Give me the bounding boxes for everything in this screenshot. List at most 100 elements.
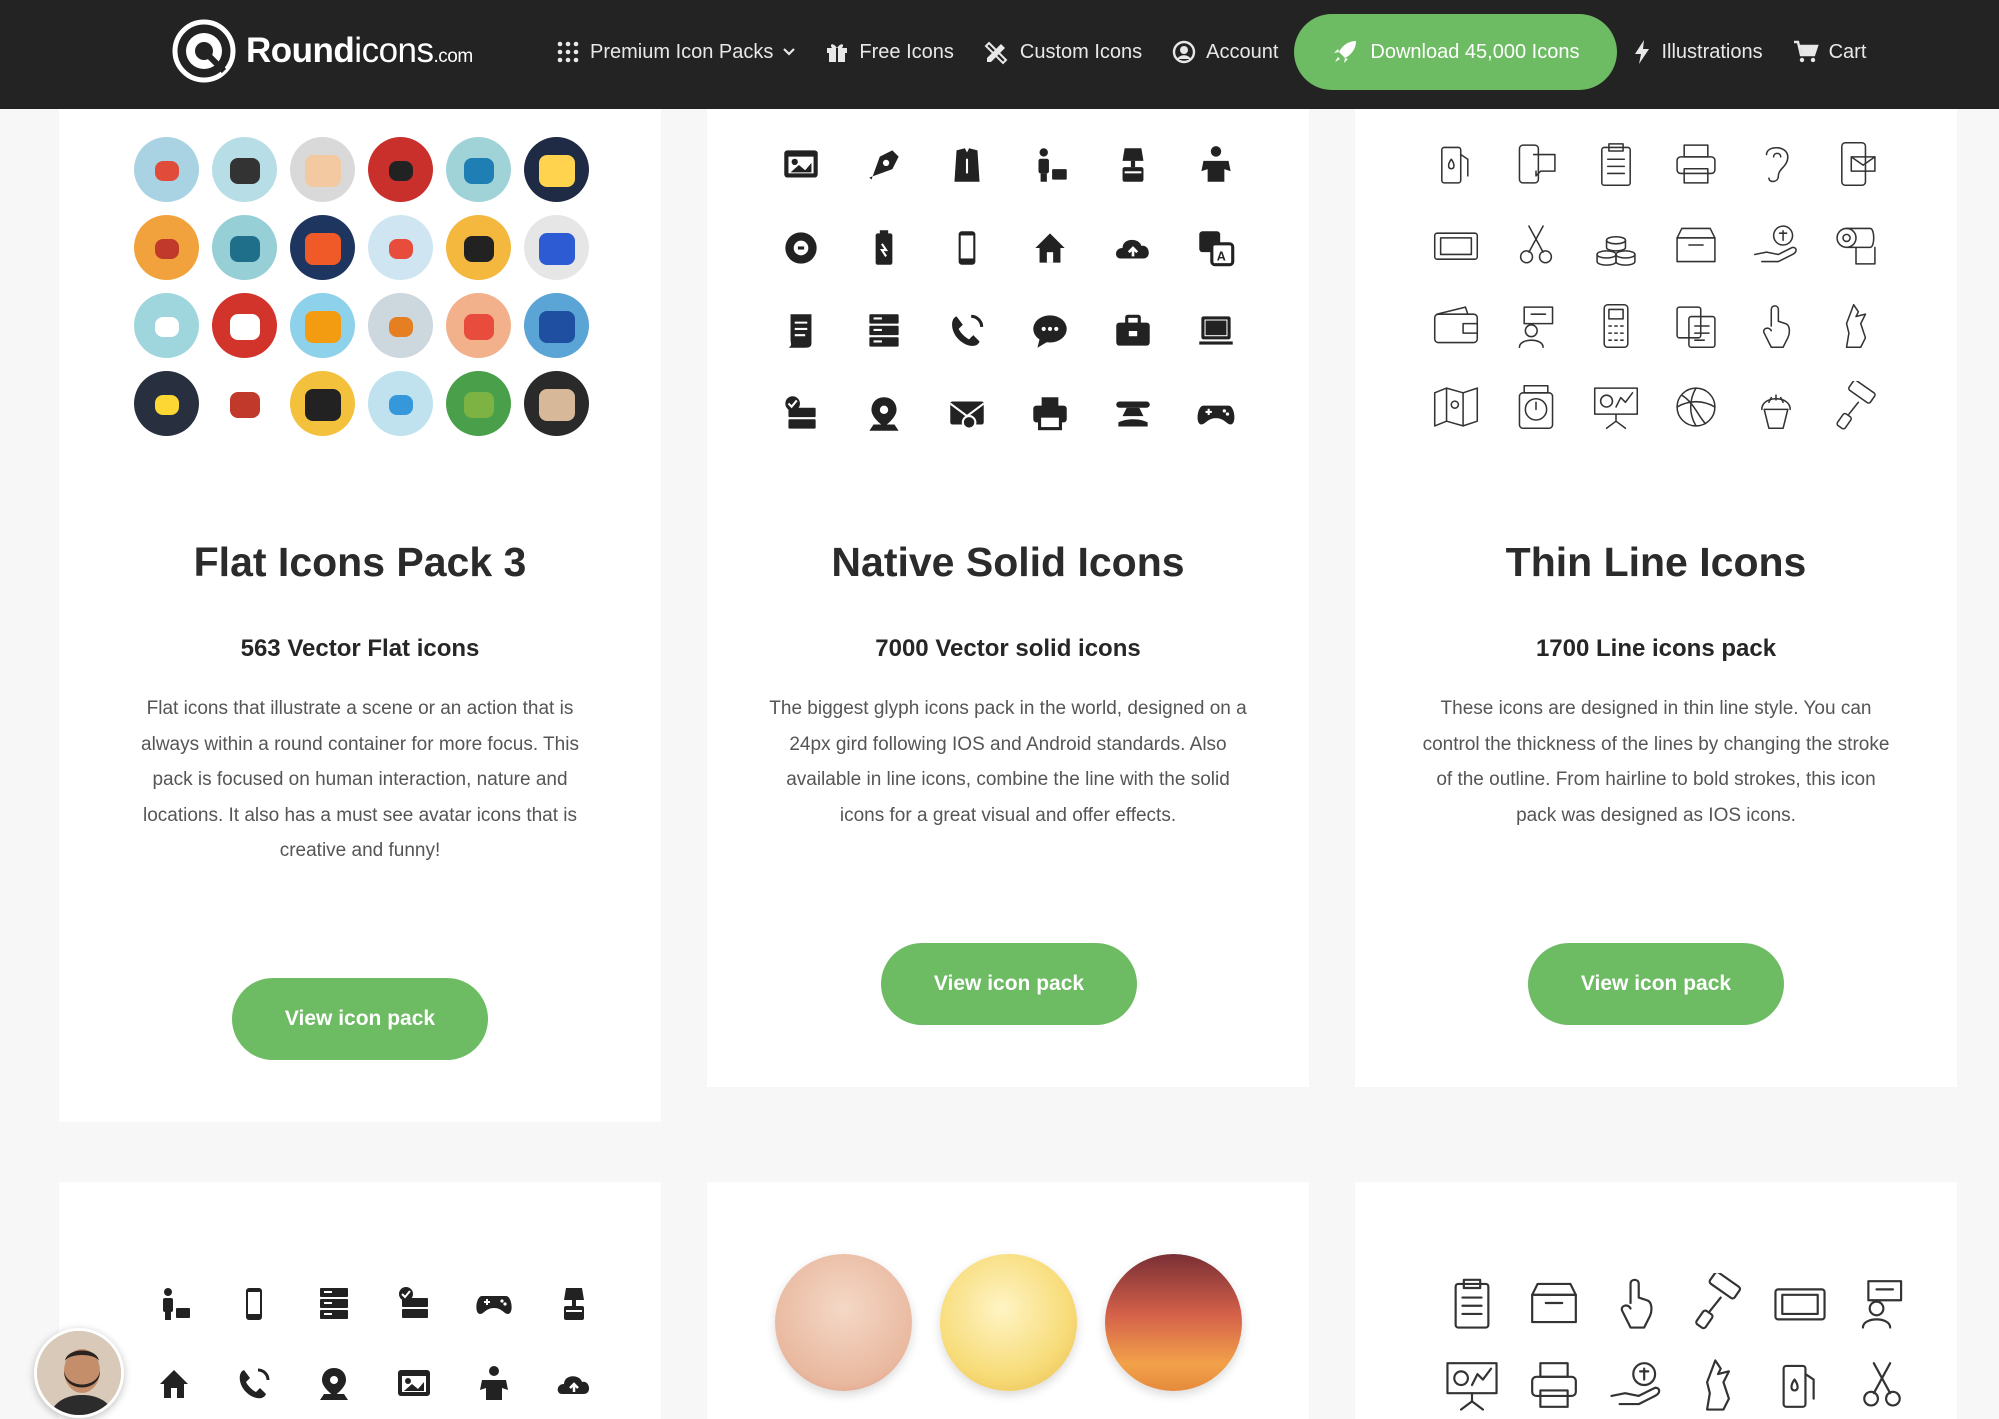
scroll-icon bbox=[759, 289, 842, 372]
phone-icon bbox=[925, 206, 1008, 289]
product-card-bottom-line bbox=[1355, 1182, 1957, 1419]
camera-icon bbox=[454, 1264, 534, 1344]
printer-icon bbox=[1008, 372, 1091, 455]
wallet-icon bbox=[1416, 285, 1496, 366]
flat-icon-detail bbox=[538, 154, 575, 187]
phone-chat-icon bbox=[1496, 123, 1576, 204]
flat-icon-detail bbox=[388, 160, 413, 181]
drone-icon bbox=[1091, 372, 1174, 455]
flat-icon-detail bbox=[388, 316, 413, 337]
flat-round-icon bbox=[134, 137, 199, 202]
clipboard-icon bbox=[1576, 123, 1656, 204]
description-line: icons for a great visual and offer effec… bbox=[839, 804, 1177, 826]
download-button-label: Download 45,000 Icons bbox=[1370, 40, 1580, 63]
flat-icon-detail bbox=[463, 157, 494, 184]
description-line: These icons are designed in thin line st… bbox=[1440, 698, 1872, 719]
image-icon bbox=[759, 123, 842, 206]
scissors-icon bbox=[1496, 204, 1576, 285]
worker-icon bbox=[1008, 123, 1091, 206]
flat-icon-detail bbox=[304, 388, 341, 421]
description-line: pack was designed as IOS icons. bbox=[1516, 804, 1796, 826]
documents-icon bbox=[1656, 285, 1736, 366]
nav-illustrations-label: Illustrations bbox=[1661, 40, 1763, 63]
view-icon-pack-button[interactable]: View icon pack bbox=[1528, 943, 1784, 1025]
flat-icon-detail bbox=[463, 391, 494, 418]
product-card-native-solid-icons: A Native Solid Icons 7000 Vector solid i… bbox=[707, 109, 1309, 1087]
presentation-icon bbox=[1576, 366, 1656, 447]
roundicons-logo[interactable]: Roundicons.com bbox=[172, 18, 473, 84]
flat-round-icon bbox=[212, 137, 277, 202]
shirt-icon bbox=[925, 123, 1008, 206]
view-icon-pack-button[interactable]: View icon pack bbox=[232, 978, 488, 1060]
speaker-person-icon bbox=[1496, 285, 1576, 366]
presentation-icon bbox=[1841, 1262, 1923, 1344]
woman-avatar-icon bbox=[775, 1254, 912, 1391]
line-icons-preview bbox=[1416, 123, 1896, 447]
flat-round-icon bbox=[368, 371, 433, 436]
flat-round-icon bbox=[446, 293, 511, 358]
basket-icon bbox=[454, 1344, 534, 1419]
logo-tld: .com bbox=[433, 46, 474, 67]
svg-text:A: A bbox=[1216, 249, 1225, 263]
flat-round-icon bbox=[134, 371, 199, 436]
briefcase-icon bbox=[1091, 289, 1174, 372]
folder-icon bbox=[214, 1264, 294, 1344]
logo-wordmark: Roundicons.com bbox=[246, 31, 473, 71]
card-description: These icons are designed in thin line st… bbox=[1395, 691, 1917, 833]
volleyball-icon bbox=[1656, 366, 1736, 447]
gear-link-icon bbox=[759, 206, 842, 289]
product-card-flat-icons: Flat Icons Pack 3 563 Vector Flat icons … bbox=[59, 109, 661, 1122]
description-line: 24px gird following IOS and Android stan… bbox=[789, 733, 1227, 755]
logo-thin: icons bbox=[354, 31, 434, 70]
flat-icon-detail bbox=[538, 310, 575, 343]
flat-round-icon bbox=[134, 215, 199, 280]
nav-account[interactable]: Account bbox=[1172, 40, 1278, 64]
product-card-bottom-solid bbox=[59, 1182, 661, 1419]
flat-round-icon bbox=[212, 215, 277, 280]
flat-icon-detail bbox=[229, 391, 260, 418]
flat-round-icon bbox=[212, 293, 277, 358]
cupcake-icon bbox=[1736, 366, 1816, 447]
nav-illustrations[interactable]: Illustrations bbox=[1633, 39, 1763, 65]
card-description: Flat icons that illustrate a scene or an… bbox=[109, 691, 611, 869]
flat-round-icon bbox=[368, 137, 433, 202]
person-icon bbox=[1174, 123, 1257, 206]
desert-landscape-icon bbox=[1105, 1254, 1242, 1391]
flat-round-icon bbox=[134, 293, 199, 358]
monitor-icon bbox=[1174, 289, 1257, 372]
card-subtitle: 563 Vector Flat icons bbox=[240, 635, 480, 662]
printer-icon bbox=[1656, 123, 1736, 204]
description-line: locations. It also has a must see avatar… bbox=[142, 804, 578, 826]
flat-icon-detail bbox=[388, 238, 413, 259]
lamp-icon bbox=[1091, 123, 1174, 206]
nav-premium-icon-packs[interactable]: Premium Icon Packs bbox=[556, 40, 796, 64]
download-icons-button[interactable]: Download 45,000 Icons bbox=[1294, 14, 1618, 90]
lightning-icon bbox=[1635, 40, 1650, 64]
nav-free-icons[interactable]: Free Icons bbox=[825, 40, 954, 64]
flat-icon-detail bbox=[229, 313, 260, 340]
translate-icon: A bbox=[1174, 206, 1257, 289]
chat-icon bbox=[1008, 289, 1091, 372]
money-hand-icon bbox=[1736, 204, 1816, 285]
view-icon-pack-button[interactable]: View icon pack bbox=[881, 943, 1137, 1025]
tree-idea-icon bbox=[134, 1344, 214, 1419]
flat-icon-detail bbox=[463, 235, 494, 262]
cloud-upload-icon bbox=[1091, 206, 1174, 289]
pen-tool-icon bbox=[842, 123, 925, 206]
flat-icon-detail bbox=[154, 160, 179, 181]
ruler-pencil-icon bbox=[374, 1344, 454, 1419]
nav-account-label: Account bbox=[1206, 40, 1279, 63]
gamepad-icon bbox=[1174, 372, 1257, 455]
logo-bold: Round bbox=[246, 31, 355, 70]
flat-icon-detail bbox=[304, 232, 341, 265]
support-chat-avatar[interactable] bbox=[34, 1328, 124, 1418]
map-icon bbox=[1416, 366, 1496, 447]
glasses-icon bbox=[1431, 1344, 1513, 1419]
nav-cart[interactable]: Cart bbox=[1793, 40, 1866, 64]
clipboard-icon bbox=[1759, 1344, 1841, 1419]
description-line: Flat icons that illustrate a scene or an… bbox=[146, 698, 574, 719]
nav-custom-icons[interactable]: Custom Icons bbox=[984, 39, 1142, 65]
gift-icon bbox=[827, 44, 848, 62]
scale-icon bbox=[1496, 366, 1576, 447]
call-icon bbox=[925, 289, 1008, 372]
